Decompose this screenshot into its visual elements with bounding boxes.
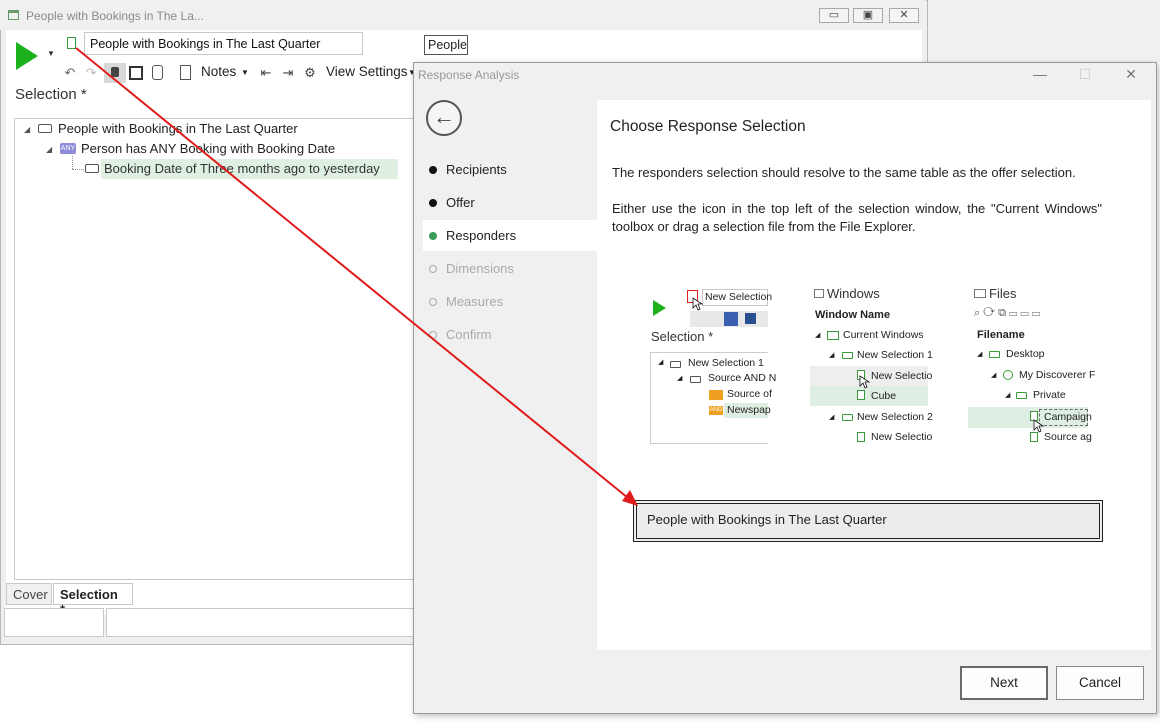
drag-arrow-head	[622, 490, 638, 506]
drag-arrow	[75, 47, 1045, 506]
illustration-cursor-icon	[692, 297, 704, 311]
illustration-cursor-icon	[1033, 419, 1045, 433]
illustration-cursor-icon	[859, 375, 871, 389]
drag-arrow-line	[75, 47, 629, 499]
